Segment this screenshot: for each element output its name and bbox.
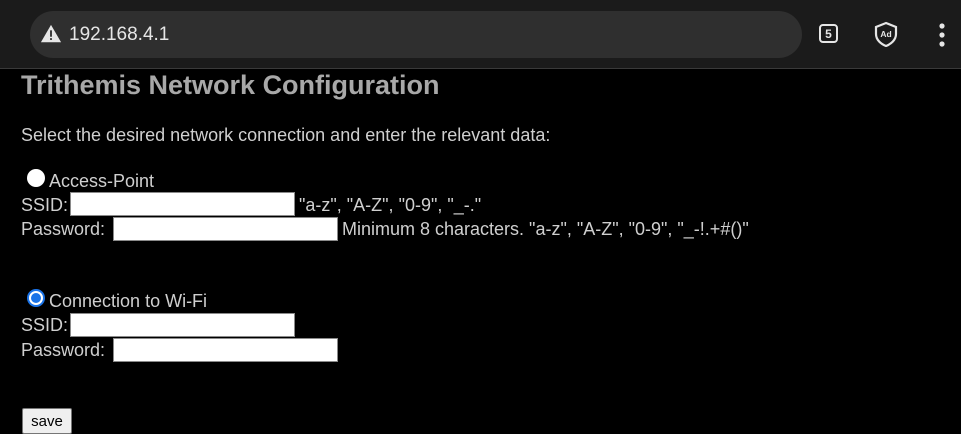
wifi-password-label: Password: (21, 340, 106, 360)
page-content: Trithemis Network Configuration Select t… (0, 68, 961, 434)
access-point-label: Access-Point (49, 171, 155, 191)
wifi-label: Connection to Wi-Fi (49, 291, 208, 311)
browser-toolbar: 192.168.4.1 5 Ad (0, 0, 961, 69)
save-button[interactable]: save (22, 408, 72, 434)
access-point-radio[interactable] (27, 169, 45, 187)
tab-switcher-button[interactable]: 5 (819, 24, 838, 43)
instruction-text: Select the desired network connection an… (21, 125, 551, 145)
ap-password-label: Password: (21, 219, 106, 239)
ap-password-hint: Minimum 8 characters. "a-z", "A-Z", "0-9… (342, 219, 749, 239)
svg-text:Ad: Ad (880, 29, 891, 39)
address-bar[interactable]: 192.168.4.1 (30, 11, 802, 58)
ap-ssid-hint: "a-z", "A-Z", "0-9", "_-." (299, 195, 482, 215)
warning-icon[interactable] (40, 23, 62, 45)
ap-ssid-label: SSID: (21, 195, 69, 215)
overflow-menu-icon[interactable] (935, 22, 949, 48)
wifi-ssid-input[interactable] (70, 313, 295, 337)
page-title: Trithemis Network Configuration (21, 70, 440, 100)
wifi-password-input[interactable] (113, 338, 338, 362)
ap-password-input[interactable] (113, 217, 338, 241)
ap-ssid-input[interactable] (70, 192, 295, 216)
url-text[interactable]: 192.168.4.1 (69, 23, 169, 47)
wifi-radio[interactable] (27, 289, 45, 307)
adblock-icon[interactable]: Ad (873, 21, 899, 47)
wifi-ssid-label: SSID: (21, 315, 69, 335)
